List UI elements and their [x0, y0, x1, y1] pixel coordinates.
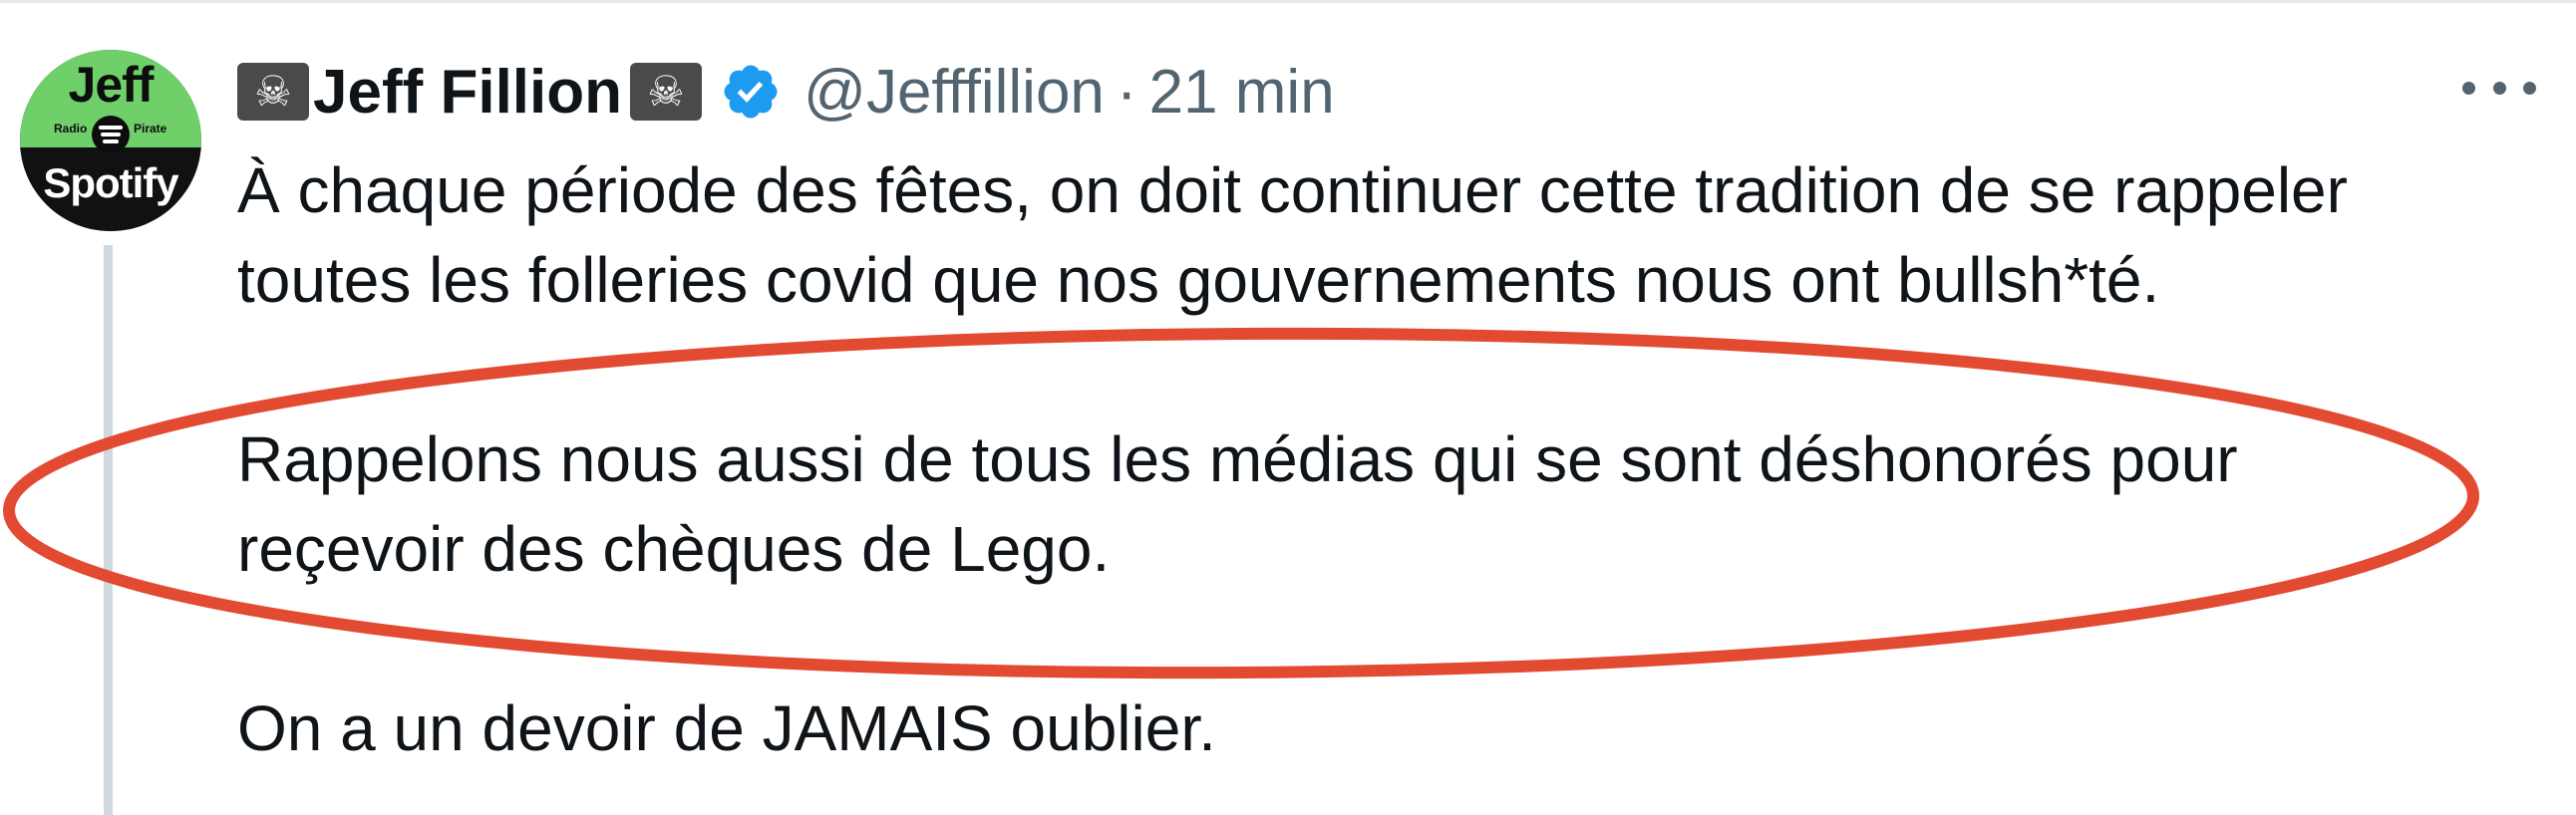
avatar-bottom-text: Spotify [43, 159, 178, 206]
avatar[interactable]: Jeff Radio Pirate Spotify [20, 50, 201, 231]
avatar-top-text: Jeff [68, 57, 155, 113]
avatar-small-right-text: Pirate [134, 122, 167, 136]
skull-and-crossbones-emoji-icon: ☠ [237, 63, 309, 121]
red-annotation-ellipse [3, 327, 2479, 679]
more-options-icon[interactable] [2462, 68, 2536, 108]
tweet-header: ☠ Jeff Fillion ☠ @Jefffillion · 21 min [237, 52, 1335, 132]
author-handle[interactable]: @Jefffillion [804, 57, 1105, 128]
tweet-text-line: reçevoir des chèques de Lego. [237, 513, 1111, 585]
tweet-timestamp[interactable]: 21 min [1149, 57, 1335, 128]
skull-and-crossbones-emoji-icon: ☠ [630, 63, 702, 121]
thread-line [104, 245, 113, 815]
tweet-text-line: On a un devoir de JAMAIS oublier. [237, 692, 1216, 764]
header-separator: · [1116, 57, 1137, 127]
spotify-logo-icon [92, 116, 130, 153]
author-display-name[interactable]: Jeff Fillion [313, 57, 622, 128]
tweet-text-line: toutes les folleries covid que nos gouve… [237, 244, 2160, 316]
tweet-text-line: Rappelons nous aussi de tous les médias … [237, 423, 2238, 495]
verified-badge-icon[interactable] [720, 61, 782, 123]
top-divider [0, 0, 2576, 3]
tweet-text-line: À chaque période des fêtes, on doit cont… [237, 154, 2348, 226]
avatar-small-left-text: Radio [54, 122, 88, 136]
